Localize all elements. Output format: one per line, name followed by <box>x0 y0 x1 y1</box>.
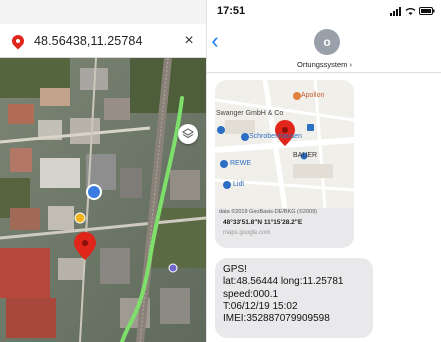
place-label: BAUER <box>293 152 318 159</box>
location-link[interactable]: maps.google.com <box>223 230 270 236</box>
location-message-bubble[interactable]: Apollon Swanger GmbH & Co Schrobenhausen… <box>215 80 354 248</box>
map-preview-graphic <box>215 80 354 208</box>
sms-line: speed:000.1 <box>223 288 279 300</box>
close-button[interactable]: × <box>180 32 198 50</box>
messages-pane: 17:51 ‹ o Ortungssystem › Apollon Swange… <box>206 0 441 342</box>
current-location-icon <box>86 184 102 200</box>
sms-line: IMEI:352887079909598 <box>223 313 330 325</box>
sms-message-bubble[interactable]: GPS! lat:48.56444 long:11.25781 speed:00… <box>215 258 373 338</box>
back-button[interactable]: ‹ <box>207 30 223 54</box>
header-divider <box>207 72 441 73</box>
location-dms-coordinates[interactable]: 48°33'51.8"N 11°15'28.2"E <box>223 219 302 226</box>
satellite-map-pane: 48.56438,11.25784 × <box>0 0 206 342</box>
sms-line: lat:48.56444 long:11.25781 <box>223 276 344 288</box>
wifi-icon <box>405 7 416 15</box>
satellite-map[interactable] <box>0 58 206 342</box>
satellite-imagery <box>0 58 206 342</box>
location-header: 48.56438,11.25784 × <box>0 24 206 58</box>
place-label: REWE <box>230 160 251 167</box>
layers-button[interactable] <box>178 124 198 144</box>
place-label: Swanger GmbH & Co <box>216 110 284 117</box>
place-label: Apollon <box>301 92 325 99</box>
sms-line: T:06/12/19 15:02 <box>223 300 298 312</box>
contact-avatar[interactable]: o <box>314 29 340 55</box>
place-label: Schrobenhausen <box>249 133 302 140</box>
signal-icon <box>390 6 401 16</box>
map-preview[interactable]: Apollon Swanger GmbH & Co Schrobenhausen… <box>215 80 354 208</box>
layers-icon <box>182 128 194 139</box>
map-copyright: data ©2019 GeoBasis-DE/BKG (©2009) <box>219 209 317 215</box>
contact-name[interactable]: Ortungssystem › <box>207 60 441 69</box>
status-icons <box>390 6 435 16</box>
place-label: Lidl <box>233 181 244 188</box>
coordinates-label[interactable]: 48.56438,11.25784 <box>34 34 143 48</box>
sms-line: GPS! <box>223 264 247 275</box>
battery-icon <box>419 7 435 15</box>
map-pin-icon <box>9 32 27 49</box>
status-bar <box>0 0 206 24</box>
status-time: 17:51 <box>217 5 246 17</box>
